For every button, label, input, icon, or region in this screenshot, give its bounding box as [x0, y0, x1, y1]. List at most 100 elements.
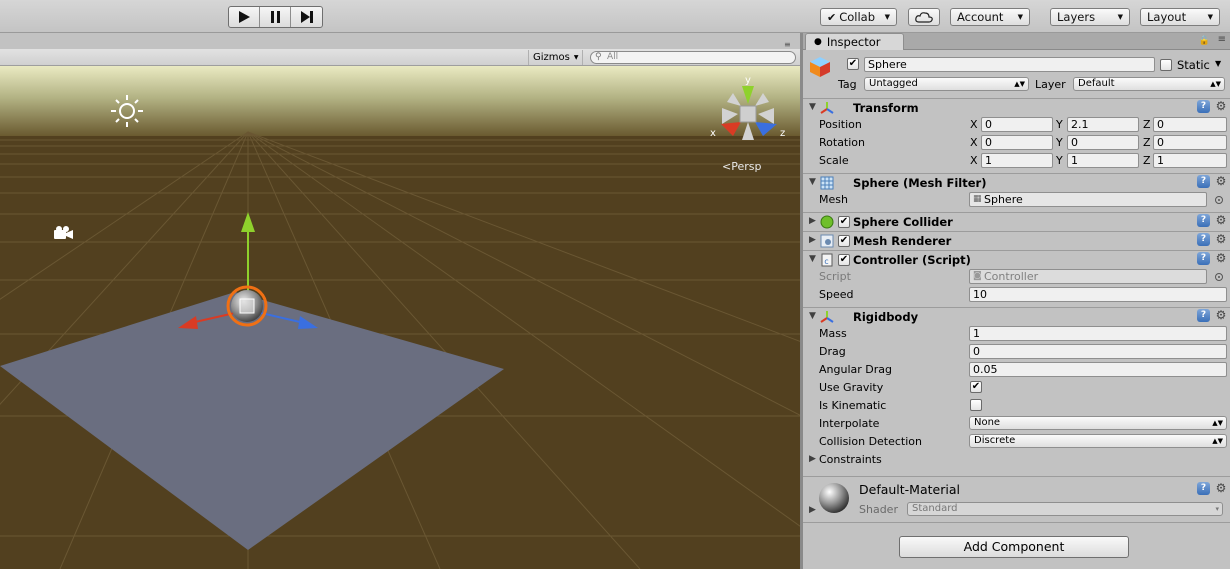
gear-icon[interactable]: ⚙: [1214, 252, 1228, 265]
gear-icon[interactable]: ⚙: [1214, 233, 1228, 246]
layers-dropdown[interactable]: Layers ▼: [1050, 8, 1130, 26]
mesh-renderer-header[interactable]: ▶ ✔ Mesh Renderer ? ⚙: [803, 231, 1230, 250]
controller-enabled-checkbox[interactable]: ✔: [838, 254, 850, 266]
camera-icon[interactable]: [54, 226, 73, 239]
collab-button[interactable]: ✔ Collab ▼: [820, 8, 897, 26]
dropdown-arrow-icon: ▼: [573, 54, 579, 61]
shader-dropdown[interactable]: Standard ▾: [907, 502, 1223, 516]
sphere-collider-enabled-checkbox[interactable]: ✔: [838, 216, 850, 228]
object-picker-icon[interactable]: [1215, 196, 1223, 204]
mesh-renderer-enabled-checkbox[interactable]: ✔: [838, 235, 850, 247]
object-picker-icon[interactable]: [1215, 273, 1223, 281]
play-button[interactable]: [229, 7, 260, 27]
layers-label: Layers: [1057, 10, 1096, 24]
panel-menu-icon[interactable]: ≡: [784, 40, 791, 49]
tag-dropdown[interactable]: Untagged ▲▼: [864, 77, 1029, 91]
gear-icon[interactable]: ⚙: [1214, 175, 1228, 188]
gear-icon[interactable]: ⚙: [1214, 482, 1228, 495]
mesh-filter-header[interactable]: ▼ Sphere (Mesh Filter) ? ⚙: [803, 173, 1230, 192]
use-gravity-label: Use Gravity: [819, 381, 884, 394]
step-button[interactable]: [291, 7, 322, 27]
help-icon[interactable]: ?: [1197, 214, 1210, 227]
help-icon[interactable]: ?: [1197, 252, 1210, 265]
gizmos-label: Gizmos: [533, 52, 570, 63]
layout-dropdown[interactable]: Layout ▼: [1140, 8, 1220, 26]
sphere-collider-header[interactable]: ▶ ✔ Sphere Collider ? ⚙: [803, 212, 1230, 231]
static-checkbox[interactable]: [1160, 59, 1172, 71]
controller-script-header[interactable]: ▼ c ✔ Controller (Script) ? ⚙: [803, 250, 1230, 269]
persp-toggle[interactable]: <Persp: [722, 160, 761, 173]
angular-drag-field[interactable]: 0.05: [969, 362, 1227, 377]
help-icon[interactable]: ?: [1197, 482, 1210, 495]
scene-viewport[interactable]: y x z <Persp 🔒: [0, 66, 800, 569]
help-icon[interactable]: ?: [1197, 100, 1210, 113]
tab-inspector[interactable]: ● Inspector: [805, 33, 904, 50]
use-gravity-checkbox[interactable]: ✔: [970, 381, 982, 393]
controller-title: Controller (Script): [853, 253, 971, 267]
gear-icon[interactable]: ⚙: [1214, 214, 1228, 227]
plane-object[interactable]: [0, 292, 504, 550]
center-handle[interactable]: [239, 298, 255, 314]
material-foldout-icon[interactable]: ▶: [809, 505, 816, 515]
rigidbody-title: Rigidbody: [853, 310, 919, 324]
constraints-foldout-icon[interactable]: ▶: [809, 454, 816, 464]
foldout-open-icon[interactable]: ▼: [809, 177, 816, 187]
foldout-open-icon[interactable]: ▼: [809, 102, 816, 112]
mesh-label: Mesh: [819, 193, 848, 206]
y-axis-arrow[interactable]: [241, 212, 255, 232]
transform-header[interactable]: ▼ Transform ? ⚙: [803, 98, 1230, 117]
interpolate-dropdown[interactable]: None ▲▼: [969, 416, 1227, 430]
mesh-object-field[interactable]: ▦ Sphere: [969, 192, 1207, 207]
add-component-button[interactable]: Add Component: [899, 536, 1129, 558]
rotation-y-field[interactable]: 0: [1067, 135, 1139, 150]
y-label: Y: [1056, 118, 1063, 131]
rotation-x-field[interactable]: 0: [981, 135, 1053, 150]
foldout-open-icon[interactable]: ▼: [809, 254, 816, 264]
foldout-closed-icon[interactable]: ▶: [809, 235, 816, 245]
foldout-open-icon[interactable]: ▼: [809, 311, 816, 321]
is-kinematic-checkbox[interactable]: [970, 399, 982, 411]
position-x-field[interactable]: 0: [981, 117, 1053, 132]
scale-x-field[interactable]: 1: [981, 153, 1053, 168]
lock-icon[interactable]: 🔒: [1199, 36, 1210, 46]
sphere-collider-icon: [820, 215, 834, 229]
panel-menu-icon[interactable]: ≡: [1218, 34, 1226, 45]
rotation-z-field[interactable]: 0: [1153, 135, 1227, 150]
position-label: Position: [819, 118, 862, 131]
pause-button[interactable]: [260, 7, 291, 27]
object-name-field[interactable]: Sphere: [864, 57, 1155, 72]
mass-field[interactable]: 1: [969, 326, 1227, 341]
position-z-field[interactable]: 0: [1153, 117, 1227, 132]
gear-icon[interactable]: ⚙: [1214, 309, 1228, 322]
scale-z-field[interactable]: 1: [1153, 153, 1227, 168]
z-label: Z: [1143, 118, 1151, 131]
tab-inspector-label: Inspector: [826, 35, 881, 49]
help-icon[interactable]: ?: [1197, 233, 1210, 246]
static-dropdown-arrow-icon[interactable]: ▼: [1215, 59, 1221, 68]
collision-detection-dropdown[interactable]: Discrete ▲▼: [969, 434, 1227, 448]
scale-y-field[interactable]: 1: [1067, 153, 1139, 168]
rigidbody-header[interactable]: ▼ Rigidbody ? ⚙: [803, 307, 1230, 326]
drag-field[interactable]: 0: [969, 344, 1227, 359]
dropdown-arrow-icon: ▼: [1117, 13, 1123, 21]
inspector-panel: ✔ Sphere Static ▼ Tag Untagged ▲▼ Layer D…: [803, 50, 1230, 569]
help-icon[interactable]: ?: [1197, 175, 1210, 188]
inspector-tab-bar: ● Inspector 🔒 ≡: [803, 33, 1230, 50]
foldout-closed-icon[interactable]: ▶: [809, 216, 816, 226]
scene-search-input[interactable]: ⚲ All: [590, 51, 796, 64]
play-icon: [239, 11, 250, 23]
constraints-label[interactable]: Constraints: [819, 453, 882, 466]
cloud-icon: [915, 11, 933, 23]
account-dropdown[interactable]: Account ▼: [950, 8, 1030, 26]
gear-icon[interactable]: ⚙: [1214, 100, 1228, 113]
help-icon[interactable]: ?: [1197, 309, 1210, 322]
layer-dropdown[interactable]: Default ▲▼: [1073, 77, 1225, 91]
speed-field[interactable]: 10: [969, 287, 1227, 302]
cloud-button[interactable]: [908, 8, 940, 26]
checkmark-icon: ✔: [839, 235, 849, 246]
active-checkbox[interactable]: ✔: [847, 58, 859, 70]
mesh-filter-title: Sphere (Mesh Filter): [853, 176, 987, 190]
material-name: Default-Material: [859, 482, 960, 497]
gizmos-dropdown[interactable]: Gizmos ▼: [528, 50, 584, 65]
position-y-field[interactable]: 2.1: [1067, 117, 1139, 132]
